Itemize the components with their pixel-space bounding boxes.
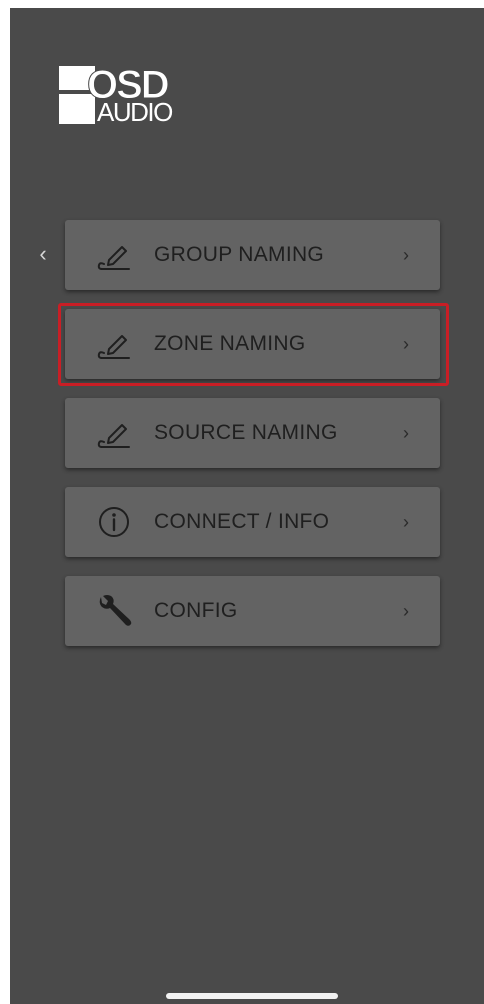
zone-naming-button[interactable]: ZONE NAMING › bbox=[58, 303, 449, 386]
connect-info-label: CONNECT / INFO bbox=[154, 510, 330, 533]
chevron-right-icon: › bbox=[403, 511, 409, 532]
osd-audio-logo: OSD AUDIO bbox=[59, 60, 189, 130]
wrench-icon bbox=[95, 594, 133, 628]
source-naming-button[interactable]: SOURCE NAMING › bbox=[65, 398, 440, 468]
chevron-right-icon: › bbox=[403, 244, 409, 265]
settings-menu: GROUP NAMING › ZONE NAMING › SOURCE NAMI… bbox=[58, 220, 449, 665]
group-naming-label: GROUP NAMING bbox=[154, 243, 325, 266]
chevron-right-icon: › bbox=[403, 600, 409, 621]
info-circle-icon bbox=[95, 505, 133, 539]
zone-naming-label: ZONE NAMING bbox=[154, 332, 306, 355]
edit-pencil-icon bbox=[95, 238, 133, 272]
app-screen: OSD AUDIO ‹ GROUP NAMING › ZONE NAMING ›… bbox=[10, 8, 484, 1004]
config-button[interactable]: CONFIG › bbox=[65, 576, 440, 646]
chevron-right-icon: › bbox=[403, 333, 409, 354]
group-naming-button[interactable]: GROUP NAMING › bbox=[65, 220, 440, 290]
connect-info-button[interactable]: CONNECT / INFO › bbox=[65, 487, 440, 557]
chevron-right-icon: › bbox=[403, 422, 409, 443]
edit-pencil-icon bbox=[95, 327, 133, 361]
logo-text-bottom: AUDIO bbox=[97, 97, 172, 127]
source-naming-label: SOURCE NAMING bbox=[154, 421, 338, 444]
home-indicator[interactable] bbox=[166, 993, 338, 999]
back-chevron-icon[interactable]: ‹ bbox=[34, 242, 52, 266]
edit-pencil-icon bbox=[95, 416, 133, 450]
config-label: CONFIG bbox=[154, 599, 238, 622]
